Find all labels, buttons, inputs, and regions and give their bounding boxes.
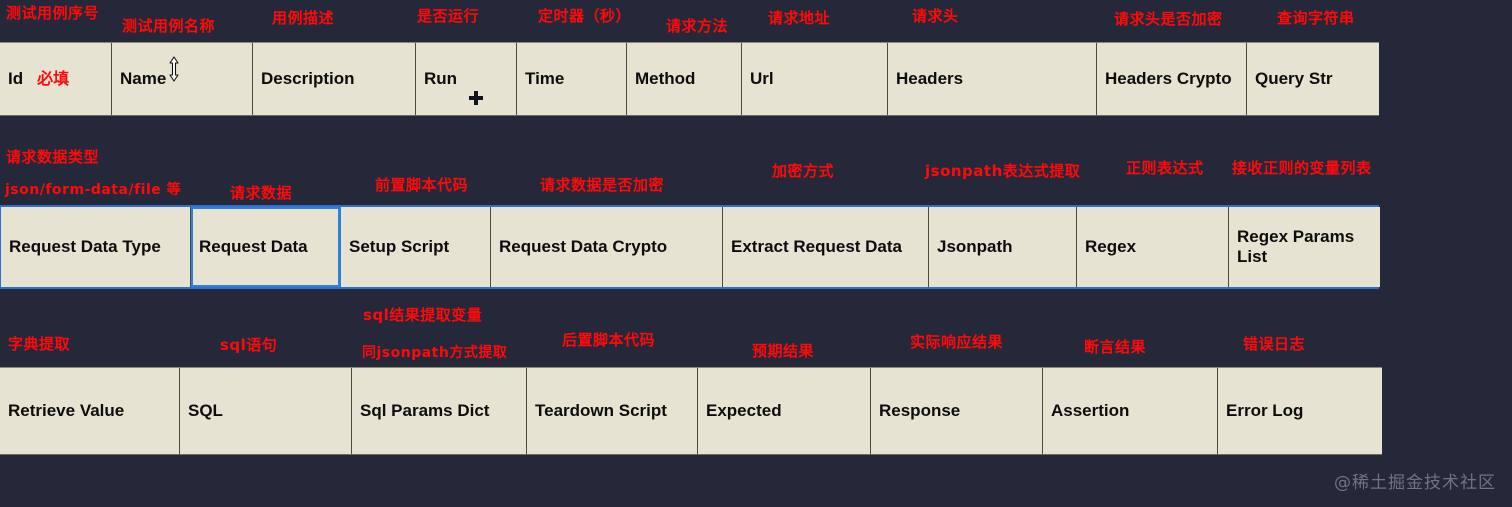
annotation-label: 正则表达式 [1126, 159, 1204, 177]
annotation-label: 请求头 [912, 7, 959, 25]
column-header-cell[interactable]: Error Log [1218, 368, 1382, 454]
column-header-cell[interactable]: Regex Params List [1229, 207, 1380, 287]
column-header-label: SQL [188, 401, 223, 421]
column-header-label: Jsonpath [937, 237, 1013, 257]
column-header-label: Method [635, 69, 696, 89]
annotation-label: 请求地址 [768, 9, 831, 27]
column-header-cell[interactable]: Request Data Type [1, 207, 191, 287]
column-header-cell[interactable]: Id 必填 [0, 43, 112, 115]
annotation-label: json/form-data/file 等 [5, 182, 182, 198]
required-marker: 必填 [37, 68, 70, 88]
column-header-label: Request Data [199, 237, 308, 257]
watermark: @稀土掘金技术社区 [1334, 473, 1496, 493]
annotation-label: 加密方式 [772, 162, 835, 180]
column-header-cell[interactable]: Name [112, 43, 253, 115]
column-header-cell[interactable]: Request Data Crypto [491, 207, 723, 287]
annotation-label: 断言结果 [1084, 338, 1147, 356]
column-header-label: Response [879, 401, 961, 421]
annotation-label: jsonpath表达式提取 [925, 162, 1081, 180]
column-header-label: Headers Crypto [1105, 69, 1232, 89]
column-header-label: Query Str [1255, 69, 1333, 89]
column-header-cell[interactable]: Time [517, 43, 627, 115]
annotation-label: 查询字符串 [1277, 9, 1355, 27]
column-header-cell[interactable]: Regex [1077, 207, 1229, 287]
column-header-cell[interactable]: Retrieve Value [0, 368, 180, 454]
annotation-label: 请求数据类型 [6, 148, 100, 166]
column-header-cell[interactable]: Headers [888, 43, 1097, 115]
annotation-label: 预期结果 [752, 342, 815, 360]
column-header-label: Assertion [1051, 401, 1130, 421]
column-header-cell[interactable]: Extract Request Data [723, 207, 929, 287]
annotation-label: 实际响应结果 [910, 333, 1004, 351]
column-header-label: Extract Request Data [731, 237, 903, 257]
column-header-cell[interactable]: Expected [698, 368, 871, 454]
column-header-label: Headers [896, 69, 964, 89]
annotation-label: 后置脚本代码 [562, 331, 656, 349]
annotation-label: 字典提取 [8, 335, 71, 353]
column-header-cell[interactable]: Response [871, 368, 1043, 454]
column-header-label: Request Data Type [9, 237, 161, 257]
spreadsheet-header-diagram: 测试用例序号测试用例名称 用例描述 是否运行 定时器（秒） 请求方法 请求地址 请求头 请求头… [0, 0, 1512, 507]
column-header-cell[interactable]: Request Data [191, 207, 341, 287]
column-header-cell[interactable]: Url [742, 43, 888, 115]
annotation-label: sql语句 [220, 336, 278, 354]
column-header-cell[interactable]: Query Str [1247, 43, 1379, 115]
header-row-3: Retrieve Value SQL Sql Params Dict Teardown… [0, 367, 1382, 455]
column-header-label: Teardown Script [535, 401, 667, 421]
column-header-label: Sql Params Dict [360, 401, 490, 421]
column-header-cell[interactable]: Method [627, 43, 742, 115]
annotation-label: 请求数据 [230, 184, 293, 202]
column-header-cell[interactable]: Description [253, 43, 416, 115]
column-header-label: Error Log [1226, 401, 1304, 421]
annotation-label: 错误日志 [1243, 335, 1306, 353]
column-header-label: Setup Script [349, 237, 450, 257]
column-header-label: Regex [1085, 237, 1137, 257]
column-header-label: Retrieve Value [8, 401, 125, 421]
annotation-label: 前置脚本代码 [375, 176, 469, 194]
column-header-cell[interactable]: Run [416, 43, 517, 115]
column-header-label: Time [525, 69, 565, 89]
annotation-label: 请求方法 [666, 17, 729, 35]
column-header-label: Name [120, 69, 167, 89]
annotation-label: 接收正则的变量列表 [1232, 159, 1372, 177]
column-header-cell[interactable]: Setup Script [341, 207, 491, 287]
column-header-label: Url [750, 69, 774, 89]
column-header-cell[interactable]: Assertion [1043, 368, 1218, 454]
annotation-label: 定时器（秒） [538, 7, 632, 25]
column-header-label: Regex Params List [1237, 227, 1355, 266]
column-header-cell[interactable]: Sql Params Dict [352, 368, 527, 454]
column-header-label: Expected [706, 401, 782, 421]
annotation-label: 请求数据是否加密 [540, 176, 665, 194]
annotation-label: 是否运行 [417, 7, 480, 25]
column-header-cell[interactable]: Headers Crypto [1097, 43, 1247, 115]
annotation-label: 测试用例名称 [122, 17, 216, 35]
column-header-label: Run [424, 69, 458, 89]
column-header-label: Request Data Crypto [499, 237, 668, 257]
annotation-label: 同jsonpath方式提取 [362, 345, 508, 361]
annotation-label: sql结果提取变量 [363, 306, 483, 324]
column-header-cell[interactable]: Teardown Script [527, 368, 698, 454]
annotation-label: 测试用例序号 [6, 4, 100, 22]
column-header-label: Description [261, 69, 355, 89]
column-header-label: Id [8, 69, 24, 89]
header-row-1: Id 必填 Name Description Run Time Method Url Heade… [0, 42, 1379, 116]
annotation-label: 请求头是否加密 [1114, 10, 1223, 28]
header-row-2: Request Data Type Request Data Setup Scrip… [0, 205, 1380, 289]
annotation-label: 用例描述 [272, 9, 335, 27]
column-header-cell[interactable]: Jsonpath [929, 207, 1077, 287]
column-header-cell[interactable]: SQL [180, 368, 352, 454]
